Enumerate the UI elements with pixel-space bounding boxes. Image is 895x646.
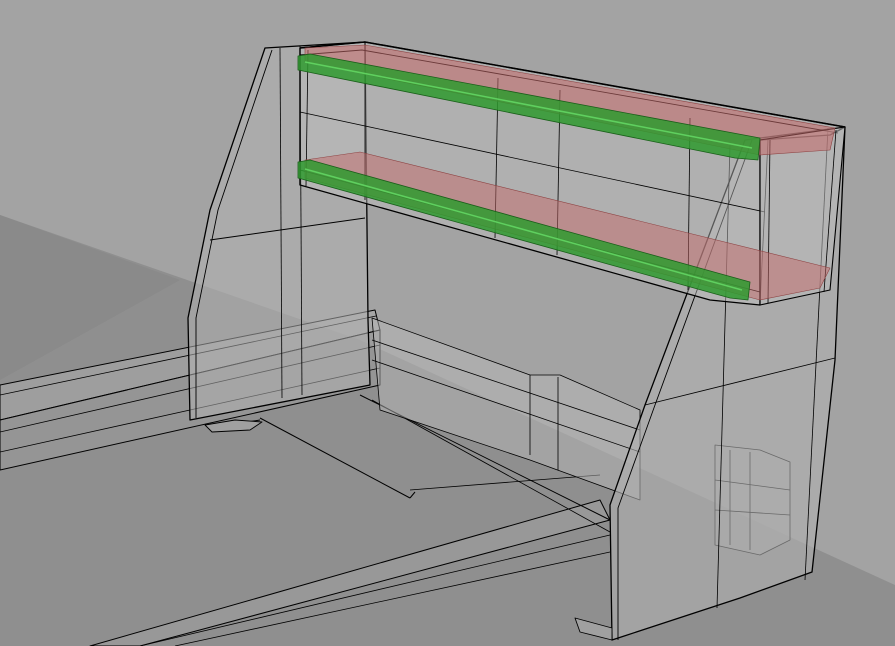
- model-canvas[interactable]: [0, 0, 895, 646]
- 3d-viewport[interactable]: [0, 0, 895, 646]
